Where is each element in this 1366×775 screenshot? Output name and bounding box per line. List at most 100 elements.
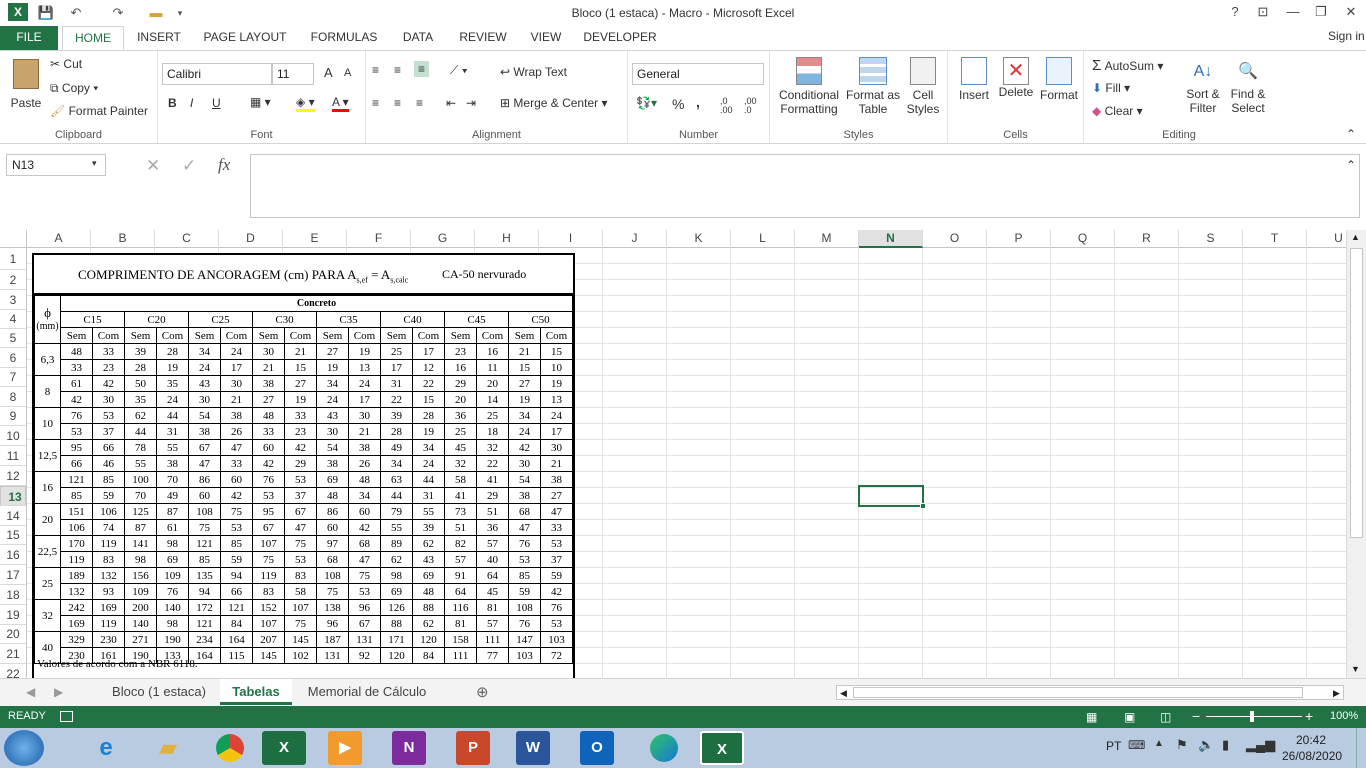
insert-cells-button[interactable]: Insert	[954, 57, 994, 102]
shrink-font-button[interactable]: A	[344, 67, 351, 79]
name-box-dropdown-icon[interactable]: ▾	[92, 158, 97, 169]
align-center-icon[interactable]: ≡	[394, 96, 401, 110]
merge-center-button[interactable]: ⊞ Merge & Center ▾	[500, 96, 607, 110]
column-header-f[interactable]: F	[347, 230, 411, 248]
formula-input[interactable]	[250, 154, 1360, 218]
tab-data[interactable]: DATA	[396, 26, 440, 50]
copy-button[interactable]: ⧉ Copy ▾	[50, 81, 98, 96]
column-header-a[interactable]: A	[27, 230, 91, 248]
row-header-16[interactable]: 16	[0, 545, 26, 565]
row-header-4[interactable]: 4	[0, 310, 26, 329]
row-header-8[interactable]: 8	[0, 387, 26, 407]
grow-font-button[interactable]: A	[324, 65, 333, 80]
hscroll-right-icon[interactable]: ▶	[1333, 686, 1340, 700]
column-header-s[interactable]: S	[1179, 230, 1243, 248]
prev-sheet-icon[interactable]: ◀	[26, 685, 35, 699]
taskbar-excel-active-icon[interactable]: X	[700, 731, 744, 765]
page-break-view-icon[interactable]: ◫	[1160, 710, 1171, 724]
taskbar-media-icon[interactable]: ▶	[328, 731, 362, 765]
page-layout-view-icon[interactable]: ▣	[1124, 710, 1135, 724]
row-header-10[interactable]: 10	[0, 426, 26, 446]
row-header-15[interactable]: 15	[0, 526, 26, 545]
tab-view[interactable]: VIEW	[524, 26, 568, 50]
name-box[interactable]: N13	[6, 154, 106, 176]
align-middle-icon[interactable]: ≡	[394, 63, 401, 77]
column-header-t[interactable]: T	[1243, 230, 1307, 248]
row-header-22[interactable]: 22	[0, 664, 26, 678]
align-left-icon[interactable]: ≡	[372, 96, 379, 110]
scroll-up-icon[interactable]: ▲	[1351, 232, 1360, 242]
increase-indent-icon[interactable]: ⇥	[466, 96, 476, 110]
column-header-r[interactable]: R	[1115, 230, 1179, 248]
column-header-j[interactable]: J	[603, 230, 667, 248]
format-cells-button[interactable]: Format	[1038, 57, 1080, 102]
wrap-text-button[interactable]: ↩ Wrap Text	[500, 65, 567, 79]
taskbar-explorer-icon[interactable]: ▰	[146, 731, 190, 765]
row-header-2[interactable]: 2	[0, 270, 26, 290]
network-icon[interactable]: ▂▄▆	[1246, 737, 1275, 753]
find-select-button[interactable]: 🔍 Find & Select	[1226, 57, 1270, 115]
fill-color-icon[interactable]: ◈ ▾	[296, 95, 315, 112]
vertical-scrollbar[interactable]: ▲ ▼	[1346, 230, 1366, 678]
column-header-q[interactable]: Q	[1051, 230, 1115, 248]
clock-date[interactable]: 26/08/2020	[1282, 749, 1342, 763]
column-header-n[interactable]: N	[859, 230, 923, 248]
row-header-21[interactable]: 21	[0, 644, 26, 664]
comma-button[interactable]: ,	[696, 94, 700, 110]
sheet-tab-bloco[interactable]: Bloco (1 estaca)	[100, 679, 218, 705]
align-right-icon[interactable]: ≡	[416, 96, 423, 110]
power-icon[interactable]: ▮	[1222, 737, 1229, 753]
select-all-corner[interactable]	[0, 230, 27, 248]
row-header-19[interactable]: 19	[0, 605, 26, 625]
percent-button[interactable]: %	[672, 96, 684, 112]
column-header-p[interactable]: P	[987, 230, 1051, 248]
fill-button[interactable]: ⬇ Fill ▾	[1092, 81, 1130, 95]
taskbar-onenote-icon[interactable]: N	[392, 731, 426, 765]
number-format-select[interactable]: General	[632, 63, 764, 85]
underline-button[interactable]: U	[212, 96, 221, 110]
taskbar-edge-legacy-icon[interactable]: e	[84, 731, 128, 765]
orientation-icon[interactable]: ⟋ ▾	[450, 63, 468, 78]
italic-button[interactable]: I	[190, 96, 193, 110]
row-header-7[interactable]: 7	[0, 368, 26, 387]
column-header-c[interactable]: C	[155, 230, 219, 248]
start-button-icon[interactable]	[4, 730, 44, 766]
decrease-indent-icon[interactable]: ⇤	[446, 96, 456, 110]
borders-icon[interactable]: ▦ ▾	[250, 95, 271, 109]
column-header-d[interactable]: D	[219, 230, 283, 248]
row-header-3[interactable]: 3	[0, 290, 26, 310]
volume-icon[interactable]: 🔈	[1198, 737, 1214, 753]
selected-cell[interactable]	[858, 485, 924, 507]
row-header-11[interactable]: 11	[0, 446, 26, 466]
zoom-in-icon[interactable]: +	[1305, 708, 1313, 724]
sign-in-link[interactable]: Sign in	[1328, 29, 1365, 43]
tab-page-layout[interactable]: PAGE LAYOUT	[198, 26, 292, 50]
tab-developer[interactable]: DEVELOPER	[582, 26, 658, 50]
zoom-slider[interactable]	[1206, 716, 1302, 717]
row-header-14[interactable]: 14	[0, 506, 26, 526]
zoom-level[interactable]: 100%	[1330, 710, 1358, 722]
clear-button[interactable]: ◆ Clear ▾	[1092, 104, 1143, 118]
cancel-icon[interactable]: ✕	[146, 156, 160, 176]
tab-insert[interactable]: INSERT	[132, 26, 186, 50]
row-header-18[interactable]: 18	[0, 585, 26, 605]
fill-handle[interactable]	[920, 503, 926, 509]
sheet-tab-tabelas[interactable]: Tabelas	[220, 679, 292, 705]
expand-formula-bar-icon[interactable]: ⌃	[1346, 158, 1356, 172]
column-header-m[interactable]: M	[795, 230, 859, 248]
tab-formulas[interactable]: FORMULAS	[306, 26, 382, 50]
next-sheet-icon[interactable]: ▶	[54, 685, 63, 699]
new-sheet-icon[interactable]: ⊕	[476, 683, 489, 701]
font-size-select[interactable]: 11	[272, 63, 314, 85]
bold-button[interactable]: B	[168, 96, 177, 110]
column-header-g[interactable]: G	[411, 230, 475, 248]
taskbar-outlook-icon[interactable]: O	[580, 731, 614, 765]
keyboard-icon[interactable]: ⌨	[1128, 738, 1145, 752]
paste-button[interactable]: Paste	[6, 57, 46, 123]
clock-time[interactable]: 20:42	[1296, 733, 1326, 747]
column-header-b[interactable]: B	[91, 230, 155, 248]
row-header-12[interactable]: 12	[0, 466, 26, 486]
conditional-formatting-button[interactable]: Conditional Formatting	[774, 57, 844, 116]
taskbar-excel-icon[interactable]: X	[262, 731, 306, 765]
collapse-ribbon-icon[interactable]: ⌃	[1346, 127, 1356, 141]
